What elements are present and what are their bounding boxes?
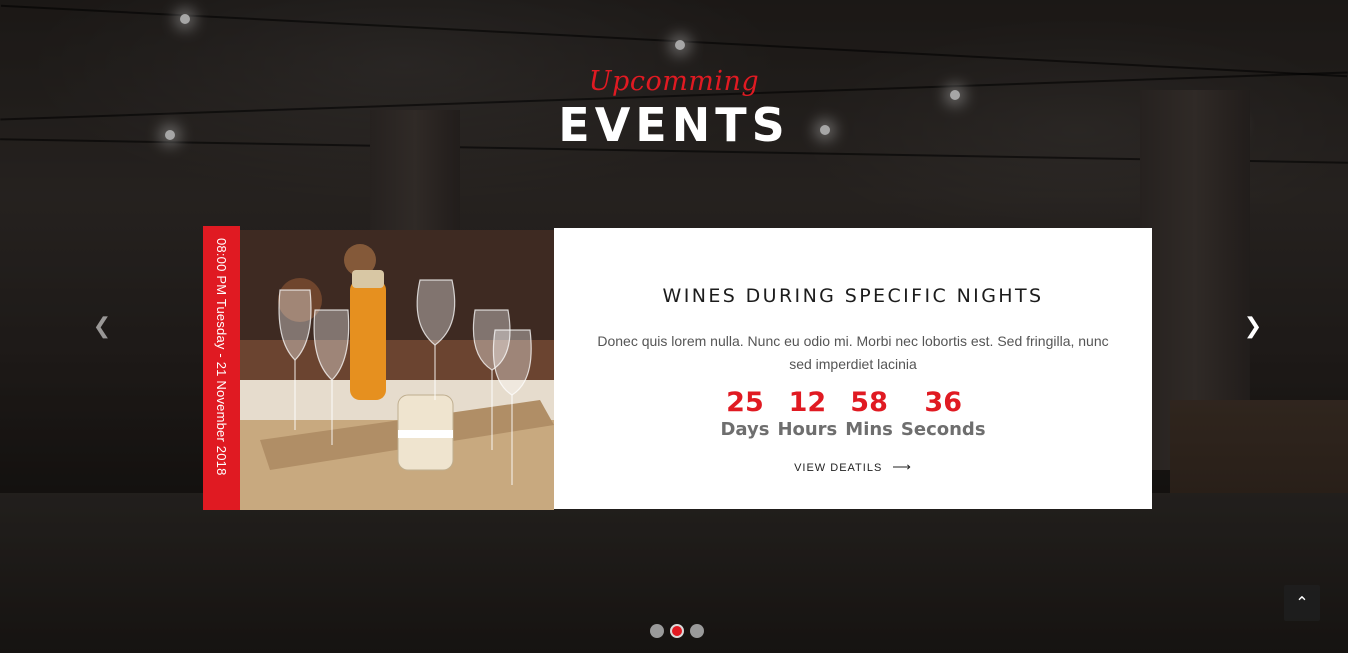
countdown-value: 58 bbox=[850, 387, 888, 418]
countdown-label: Hours bbox=[777, 419, 838, 440]
chevron-left-icon: ❮ bbox=[92, 314, 112, 339]
chevron-right-icon: ❯ bbox=[1243, 314, 1263, 339]
countdown-mins: 58 Mins bbox=[845, 388, 893, 442]
countdown-value: 36 bbox=[924, 387, 962, 418]
carousel-dot-3[interactable] bbox=[690, 624, 704, 638]
countdown-value: 25 bbox=[726, 387, 764, 418]
section-title: EVENTS bbox=[558, 98, 790, 152]
event-detail-panel: WINES DURING SPECIFIC NIGHTS Donec quis … bbox=[554, 228, 1152, 509]
countdown-label: Seconds bbox=[900, 419, 986, 440]
carousel-dot-1[interactable] bbox=[650, 624, 664, 638]
section-subtitle: Upcomming bbox=[588, 66, 760, 97]
carousel-prev-button[interactable]: ❮ bbox=[92, 314, 112, 340]
wine-glasses-image bbox=[240, 230, 554, 510]
section-heading: Upcomming EVENTS bbox=[0, 66, 1348, 151]
event-date-strip: 08:00 PM Tuesday - 21 November 2018 bbox=[203, 226, 240, 510]
carousel-dot-2[interactable] bbox=[670, 624, 684, 638]
long-arrow-right-icon: ⟶ bbox=[892, 459, 912, 474]
countdown-timer: 25 Days 12 Hours 58 Mins 36 Seconds bbox=[554, 388, 1152, 442]
countdown-label: Days bbox=[720, 419, 770, 440]
event-title: WINES DURING SPECIFIC NIGHTS bbox=[662, 285, 1044, 307]
view-details-label: VIEW DEATILS bbox=[794, 462, 883, 474]
double-chevron-up-icon: ⌃ bbox=[1295, 593, 1309, 612]
countdown-label: Mins bbox=[845, 419, 893, 440]
countdown-value: 12 bbox=[788, 387, 827, 418]
event-photo bbox=[240, 230, 554, 510]
countdown-seconds: 36 Seconds bbox=[901, 388, 986, 442]
event-description: Donec quis lorem nulla. Nunc eu odio mi.… bbox=[597, 333, 1109, 372]
carousel-next-button[interactable]: ❯ bbox=[1243, 314, 1263, 340]
back-to-top-button[interactable]: ⌃ bbox=[1284, 585, 1320, 621]
view-details-link[interactable]: VIEW DEATILS ⟶ bbox=[554, 459, 1152, 475]
countdown-hours: 12 Hours bbox=[777, 388, 837, 442]
event-date: 08:00 PM Tuesday - 21 November 2018 bbox=[213, 238, 229, 476]
carousel-dots bbox=[650, 624, 704, 638]
countdown-days: 25 Days bbox=[720, 388, 769, 442]
